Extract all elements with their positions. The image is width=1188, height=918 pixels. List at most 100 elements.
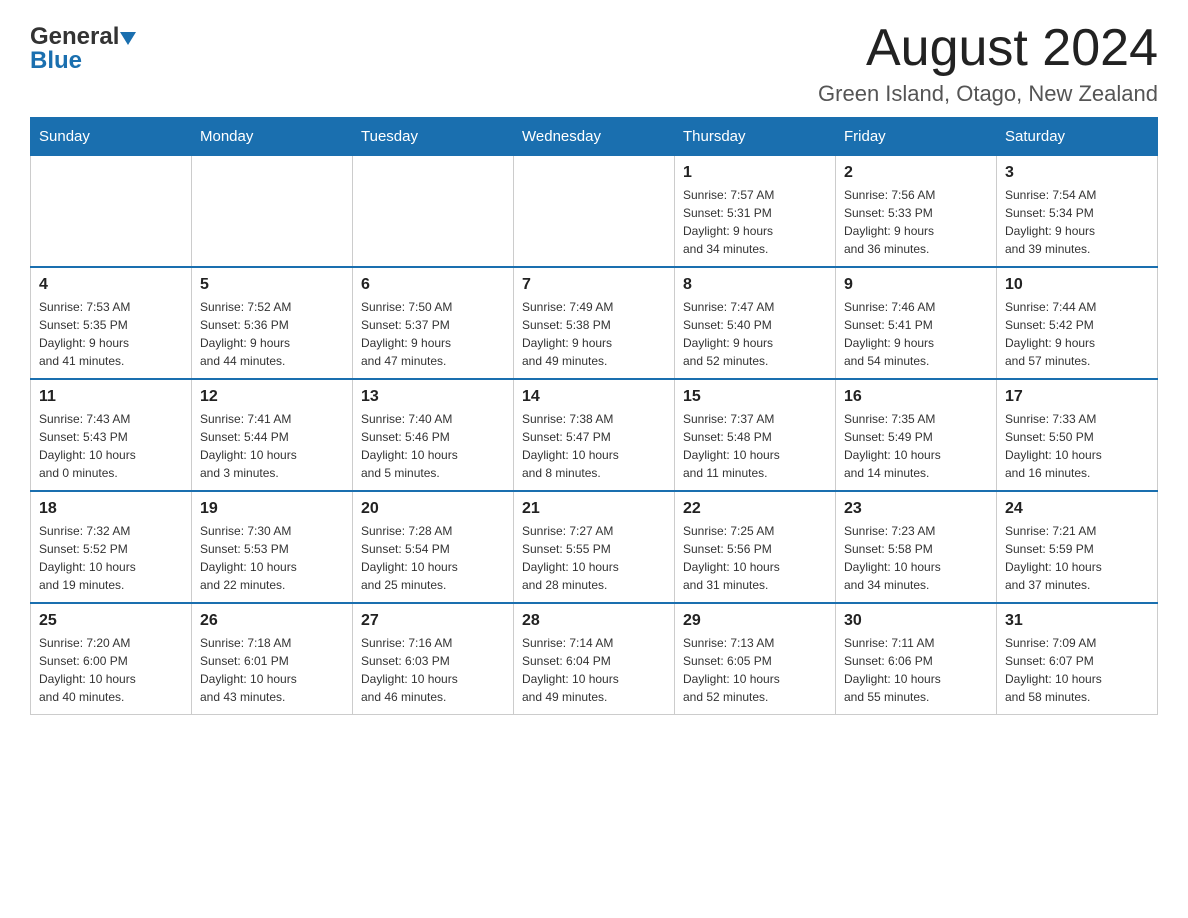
calendar-cell (192, 156, 353, 268)
day-info: Sunrise: 7:16 AMSunset: 6:03 PMDaylight:… (361, 634, 505, 706)
day-number: 22 (683, 500, 827, 518)
calendar-cell: 7 Sunrise: 7:49 AMSunset: 5:38 PMDaylight… (514, 267, 675, 379)
logo: General Blue (30, 20, 136, 75)
calendar-cell: 6 Sunrise: 7:50 AMSunset: 5:37 PMDaylight… (353, 267, 514, 379)
calendar-cell: 1 Sunrise: 7:57 AMSunset: 5:31 PMDaylight… (675, 156, 836, 268)
header-right: August 2024 Green Island, Otago, New Zea… (818, 20, 1158, 107)
day-info: Sunrise: 7:57 AMSunset: 5:31 PMDaylight:… (683, 186, 827, 258)
calendar-week-row: 18Sunrise: 7:32 AMSunset: 5:52 PMDayligh… (31, 491, 1158, 603)
weekday-header-row: SundayMondayTuesdayWednesdayThursdayFrid… (31, 118, 1158, 156)
day-info: Sunrise: 7:54 AMSunset: 5:34 PMDaylight:… (1005, 186, 1149, 258)
day-info: Sunrise: 7:28 AMSunset: 5:54 PMDaylight:… (361, 522, 505, 594)
day-number: 4 (39, 276, 183, 294)
day-info: Sunrise: 7:38 AMSunset: 5:47 PMDaylight:… (522, 410, 666, 482)
calendar-cell: 28Sunrise: 7:14 AMSunset: 6:04 PMDayligh… (514, 603, 675, 715)
month-title: August 2024 (818, 20, 1158, 77)
calendar-cell: 19 Sunrise: 7:30 AMSunset: 5:53 PMDayligh… (192, 491, 353, 603)
calendar-week-row: 25Sunrise: 7:20 AMSunset: 6:00 PMDayligh… (31, 603, 1158, 715)
day-info: Sunrise: 7:41 AMSunset: 5:44 PMDaylight:… (200, 410, 344, 482)
day-number: 24 (1005, 500, 1149, 518)
logo-blue-text: Blue (30, 47, 82, 75)
calendar-cell: 3 Sunrise: 7:54 AMSunset: 5:34 PMDaylight… (997, 156, 1158, 268)
day-number: 19 (200, 500, 344, 518)
day-number: 5 (200, 276, 344, 294)
weekday-header-sunday: Sunday (31, 118, 192, 156)
day-number: 8 (683, 276, 827, 294)
calendar-cell (31, 156, 192, 268)
calendar-cell: 29 Sunrise: 7:13 AMSunset: 6:05 PMDayligh… (675, 603, 836, 715)
calendar-week-row: 11Sunrise: 7:43 AMSunset: 5:43 PMDayligh… (31, 379, 1158, 491)
day-info: Sunrise: 7:33 AMSunset: 5:50 PMDaylight:… (1005, 410, 1149, 482)
day-info: Sunrise: 7:11 AMSunset: 6:06 PMDaylight:… (844, 634, 988, 706)
day-info: Sunrise: 7:23 AMSunset: 5:58 PMDaylight:… (844, 522, 988, 594)
calendar-cell: 11Sunrise: 7:43 AMSunset: 5:43 PMDayligh… (31, 379, 192, 491)
day-number: 13 (361, 388, 505, 406)
logo-general-text: General (30, 25, 119, 49)
weekday-header-monday: Monday (192, 118, 353, 156)
day-info: Sunrise: 7:18 AMSunset: 6:01 PMDaylight:… (200, 634, 344, 706)
calendar-cell: 12 Sunrise: 7:41 AMSunset: 5:44 PMDayligh… (192, 379, 353, 491)
calendar-cell: 10Sunrise: 7:44 AMSunset: 5:42 PMDayligh… (997, 267, 1158, 379)
calendar-cell: 17 Sunrise: 7:33 AMSunset: 5:50 PMDayligh… (997, 379, 1158, 491)
day-number: 12 (200, 388, 344, 406)
weekday-header-wednesday: Wednesday (514, 118, 675, 156)
calendar-table: SundayMondayTuesdayWednesdayThursdayFrid… (30, 117, 1158, 715)
day-number: 21 (522, 500, 666, 518)
day-number: 2 (844, 164, 988, 182)
location-subtitle: Green Island, Otago, New Zealand (818, 81, 1158, 107)
day-info: Sunrise: 7:25 AMSunset: 5:56 PMDaylight:… (683, 522, 827, 594)
logo-triangle-icon (120, 32, 136, 45)
day-info: Sunrise: 7:30 AMSunset: 5:53 PMDaylight:… (200, 522, 344, 594)
day-number: 1 (683, 164, 827, 182)
day-info: Sunrise: 7:20 AMSunset: 6:00 PMDaylight:… (39, 634, 183, 706)
calendar-cell: 23 Sunrise: 7:23 AMSunset: 5:58 PMDayligh… (836, 491, 997, 603)
day-info: Sunrise: 7:09 AMSunset: 6:07 PMDaylight:… (1005, 634, 1149, 706)
calendar-cell: 30 Sunrise: 7:11 AMSunset: 6:06 PMDayligh… (836, 603, 997, 715)
day-number: 30 (844, 612, 988, 630)
day-info: Sunrise: 7:35 AMSunset: 5:49 PMDaylight:… (844, 410, 988, 482)
calendar-cell: 16 Sunrise: 7:35 AMSunset: 5:49 PMDayligh… (836, 379, 997, 491)
day-number: 17 (1005, 388, 1149, 406)
weekday-header-tuesday: Tuesday (353, 118, 514, 156)
day-number: 7 (522, 276, 666, 294)
day-number: 18 (39, 500, 183, 518)
calendar-cell: 22 Sunrise: 7:25 AMSunset: 5:56 PMDayligh… (675, 491, 836, 603)
calendar-cell: 2Sunrise: 7:56 AMSunset: 5:33 PMDaylight… (836, 156, 997, 268)
calendar-cell: 26 Sunrise: 7:18 AMSunset: 6:01 PMDayligh… (192, 603, 353, 715)
calendar-cell: 18Sunrise: 7:32 AMSunset: 5:52 PMDayligh… (31, 491, 192, 603)
day-info: Sunrise: 7:40 AMSunset: 5:46 PMDaylight:… (361, 410, 505, 482)
calendar-week-row: 4 Sunrise: 7:53 AMSunset: 5:35 PMDaylight… (31, 267, 1158, 379)
calendar-cell: 14 Sunrise: 7:38 AMSunset: 5:47 PMDayligh… (514, 379, 675, 491)
day-number: 28 (522, 612, 666, 630)
calendar-cell: 8Sunrise: 7:47 AMSunset: 5:40 PMDaylight… (675, 267, 836, 379)
day-info: Sunrise: 7:46 AMSunset: 5:41 PMDaylight:… (844, 298, 988, 370)
calendar-cell: 15Sunrise: 7:37 AMSunset: 5:48 PMDayligh… (675, 379, 836, 491)
day-number: 11 (39, 388, 183, 406)
calendar-cell: 20Sunrise: 7:28 AMSunset: 5:54 PMDayligh… (353, 491, 514, 603)
day-info: Sunrise: 7:53 AMSunset: 5:35 PMDaylight:… (39, 298, 183, 370)
day-number: 14 (522, 388, 666, 406)
day-number: 16 (844, 388, 988, 406)
day-number: 3 (1005, 164, 1149, 182)
calendar-cell: 21Sunrise: 7:27 AMSunset: 5:55 PMDayligh… (514, 491, 675, 603)
weekday-header-thursday: Thursday (675, 118, 836, 156)
day-info: Sunrise: 7:50 AMSunset: 5:37 PMDaylight:… (361, 298, 505, 370)
day-info: Sunrise: 7:49 AMSunset: 5:38 PMDaylight:… (522, 298, 666, 370)
calendar-cell: 5 Sunrise: 7:52 AMSunset: 5:36 PMDaylight… (192, 267, 353, 379)
calendar-cell (514, 156, 675, 268)
weekday-header-saturday: Saturday (997, 118, 1158, 156)
day-info: Sunrise: 7:21 AMSunset: 5:59 PMDaylight:… (1005, 522, 1149, 594)
day-number: 23 (844, 500, 988, 518)
day-number: 26 (200, 612, 344, 630)
calendar-cell: 24 Sunrise: 7:21 AMSunset: 5:59 PMDayligh… (997, 491, 1158, 603)
day-number: 15 (683, 388, 827, 406)
calendar-week-row: 1 Sunrise: 7:57 AMSunset: 5:31 PMDaylight… (31, 156, 1158, 268)
day-number: 6 (361, 276, 505, 294)
day-number: 31 (1005, 612, 1149, 630)
day-info: Sunrise: 7:52 AMSunset: 5:36 PMDaylight:… (200, 298, 344, 370)
calendar-cell: 13 Sunrise: 7:40 AMSunset: 5:46 PMDayligh… (353, 379, 514, 491)
page-header: General Blue August 2024 Green Island, O… (30, 20, 1158, 107)
day-info: Sunrise: 7:13 AMSunset: 6:05 PMDaylight:… (683, 634, 827, 706)
day-number: 29 (683, 612, 827, 630)
calendar-cell: 27Sunrise: 7:16 AMSunset: 6:03 PMDayligh… (353, 603, 514, 715)
